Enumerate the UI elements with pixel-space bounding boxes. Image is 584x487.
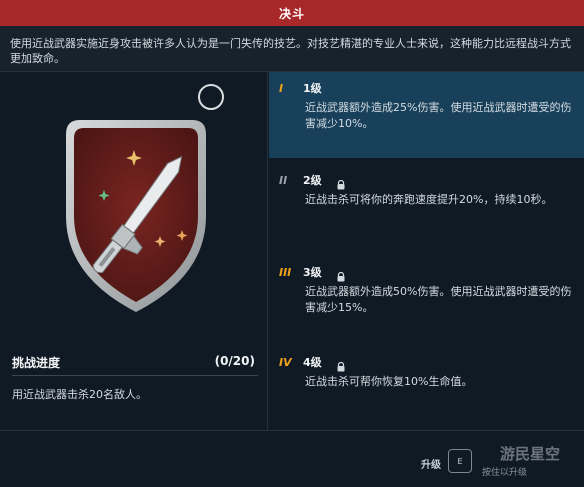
level-4-row[interactable]: IV 4级 近战击杀可帮你恢复10%生命值。	[269, 346, 584, 432]
challenge-title: 挑战进度	[12, 356, 61, 370]
level-name: 2级	[303, 174, 322, 187]
circle-toggle-icon[interactable]	[198, 84, 224, 110]
level-name: 3级	[303, 266, 322, 279]
footer-bar: 升级 E 按住以升级 游民星空	[0, 430, 584, 487]
hold-to-upgrade-label: 按住以升级	[482, 468, 528, 478]
level-2-row[interactable]: II 2级 近战击杀可将你的奔跑速度提升20%，持续10秒。	[269, 164, 584, 250]
level-name: 1级	[303, 82, 322, 95]
level-1-row[interactable]: I 1级 近战武器额外造成25%伤害。使用近战武器时遭受的伤害减少10%。	[269, 72, 584, 158]
challenge-count: (0/20)	[214, 354, 255, 368]
level-text: 近战武器额外造成50%伤害。使用近战武器时遭受的伤害减少15%。	[305, 285, 572, 314]
melee-blade-badge-icon	[56, 116, 216, 316]
level-text: 近战武器额外造成25%伤害。使用近战武器时遭受的伤害减少10%。	[305, 101, 572, 130]
level-list: I 1级 近战武器额外造成25%伤害。使用近战武器时遭受的伤害减少10%。 II…	[269, 72, 584, 430]
rank-marker: II	[279, 173, 288, 187]
divider	[12, 375, 258, 376]
level-text: 近战击杀可帮你恢复10%生命值。	[305, 375, 473, 388]
lock-icon	[336, 267, 346, 282]
upgrade-key-button[interactable]: E	[448, 449, 472, 473]
level-name: 4级	[303, 356, 322, 369]
lock-icon	[336, 357, 346, 372]
rank-marker: III	[279, 265, 292, 279]
key-label: E	[457, 456, 463, 466]
perk-description: 使用近战武器实施近身攻击被许多人认为是一门失传的技艺。对技艺精湛的专业人士来说，…	[0, 26, 584, 72]
watermark: 游民星空	[500, 445, 561, 463]
level-3-row[interactable]: III 3级 近战武器额外造成50%伤害。使用近战武器时遭受的伤害减少15%。	[269, 256, 584, 342]
rank-marker: IV	[279, 355, 292, 369]
upgrade-label: 升级	[421, 460, 441, 471]
perk-overview-panel: 挑战进度 (0/20) 用近战武器击杀20名敌人。	[0, 72, 268, 430]
level-text: 近战击杀可将你的奔跑速度提升20%，持续10秒。	[305, 193, 553, 206]
lock-icon	[336, 175, 346, 190]
title-bar: 决斗	[0, 0, 584, 26]
rank-marker: I	[279, 81, 284, 95]
challenge-description: 用近战武器击杀20名敌人。	[12, 388, 147, 401]
page-title: 决斗	[278, 6, 305, 21]
